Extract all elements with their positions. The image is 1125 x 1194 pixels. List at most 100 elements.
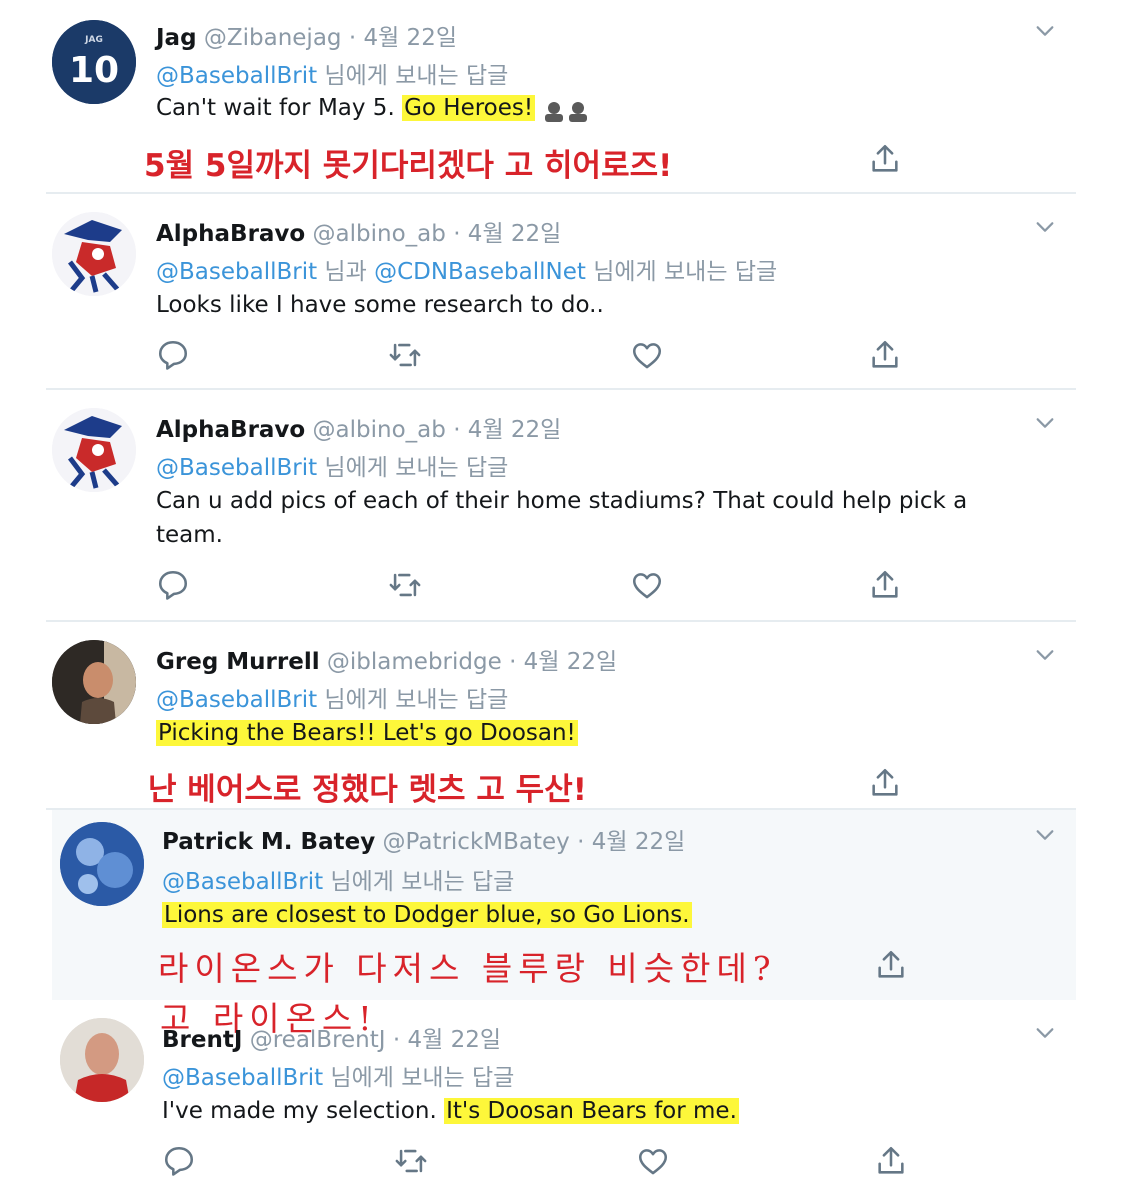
avatar[interactable] <box>52 408 136 492</box>
korean-annotation: 5월 5일까지 못기다리겠다 고 히어로즈! <box>144 148 673 184</box>
tweet-alphabravo-1[interactable]: AlphaBravo @albino_ab · 4월 22일 @Baseball… <box>46 194 1076 390</box>
photo-avatar-image <box>60 1018 144 1102</box>
tweet-brentj[interactable]: 고 라이온스! BrentJ @realBrentJ · 4월 22일 @Bas… <box>52 999 1076 1194</box>
chevron-down-icon[interactable] <box>1034 216 1056 238</box>
like-icon[interactable] <box>630 568 664 602</box>
tweet-text-plain: Can't wait for May 5. <box>156 95 403 121</box>
tweet-jag[interactable]: JAG 10 Jag @Zibanejag · 4월 22일 @Baseball… <box>46 0 1076 194</box>
share-icon[interactable] <box>874 948 908 982</box>
tweet-actions <box>156 338 916 374</box>
reply-context: @BaseballBrit 님에게 보내는 답글 <box>162 1058 514 1092</box>
tweet-greg-murrell[interactable]: Greg Murrell @iblamebridge · 4월 22일 @Bas… <box>46 622 1076 810</box>
reply-context: @BaseballBrit 님에게 보내는 답글 <box>156 680 508 714</box>
user-handle[interactable]: @PatrickMBatey <box>383 829 570 855</box>
avatar[interactable] <box>60 1018 144 1102</box>
avatar[interactable] <box>60 822 144 906</box>
share-icon[interactable] <box>874 1144 908 1178</box>
tweet-text: Looks like I have some research to do.. <box>156 288 604 322</box>
reply-icon[interactable] <box>162 1144 196 1178</box>
korean-annotation: 난 베어스로 정했다 렛츠 고 두산! <box>148 772 587 808</box>
photo-avatar-image <box>60 822 144 906</box>
tweet-text-line: team. <box>156 522 223 548</box>
chevron-down-icon[interactable] <box>1034 412 1056 434</box>
chevron-down-icon[interactable] <box>1034 1022 1056 1044</box>
avatar[interactable]: JAG 10 <box>52 20 136 104</box>
user-handle[interactable]: @iblamebridge <box>327 649 502 675</box>
user-handle[interactable]: @Zibanejag <box>204 25 342 51</box>
tweet-text-plain: Looks like I have some research to do.. <box>156 292 604 318</box>
tweet-alphabravo-2[interactable]: AlphaBravo @albino_ab · 4월 22일 @Baseball… <box>46 390 1076 622</box>
tweet-header: BrentJ @realBrentJ · 4월 22일 <box>162 1020 501 1054</box>
share-icon[interactable] <box>868 338 902 372</box>
retweet-icon[interactable] <box>394 1144 428 1178</box>
tweet-text: Lions are closest to Dodger blue, so Go … <box>162 898 692 932</box>
reply-suffix: 님에게 보내는 답글 <box>317 63 509 89</box>
tweet-header: AlphaBravo @albino_ab · 4월 22일 <box>156 214 561 248</box>
retweet-icon[interactable] <box>388 568 422 602</box>
reply-mid: 님과 <box>317 259 375 285</box>
reply-context: @BaseballBrit 님에게 보내는 답글 <box>156 448 508 482</box>
tweet-date[interactable]: · 4월 22일 <box>453 417 561 443</box>
tweet-patrick-batey[interactable]: Patrick M. Batey @PatrickMBatey · 4월 22일… <box>52 810 1076 1000</box>
reply-context: @BaseballBrit 님에게 보내는 답글 <box>162 862 514 896</box>
chevron-down-icon[interactable] <box>1034 824 1056 846</box>
display-name[interactable]: BrentJ <box>162 1027 242 1053</box>
photo-avatar-image <box>52 640 136 724</box>
emoji-icon <box>542 98 594 122</box>
tweet-text: Picking the Bears!! Let's go Doosan! <box>156 716 578 750</box>
korean-annotation: 라이온스가 다저스 블루랑 비슷한데? <box>158 949 777 988</box>
user-handle[interactable]: @realBrentJ <box>250 1027 386 1053</box>
tweet-date[interactable]: · 4월 22일 <box>453 221 561 247</box>
highlighted-text: Go Heroes! <box>402 95 536 121</box>
tweet-header: Greg Murrell @iblamebridge · 4월 22일 <box>156 642 617 676</box>
retweet-icon[interactable] <box>388 338 422 372</box>
highlighted-text: Lions are closest to Dodger blue, so Go … <box>162 902 692 928</box>
mention-link[interactable]: @BaseballBrit <box>162 1065 323 1091</box>
jersey-avatar-image: JAG 10 <box>52 20 136 104</box>
display-name[interactable]: AlphaBravo <box>156 221 305 247</box>
mention-link[interactable]: @BaseballBrit <box>156 259 317 285</box>
chevron-down-icon[interactable] <box>1034 644 1056 666</box>
mention-link[interactable]: @BaseballBrit <box>162 869 323 895</box>
tweet-header: Patrick M. Batey @PatrickMBatey · 4월 22일 <box>162 822 685 856</box>
avatar[interactable] <box>52 212 136 296</box>
jersey-number: 10 <box>69 50 119 91</box>
jersey-label: JAG <box>84 35 103 45</box>
user-handle[interactable]: @albino_ab <box>313 417 446 443</box>
tweet-actions <box>156 568 916 604</box>
tweet-date[interactable]: · 4월 22일 <box>393 1027 501 1053</box>
display-name[interactable]: AlphaBravo <box>156 417 305 443</box>
tweet-text-line: Can u add pics of each of their home sta… <box>156 488 968 514</box>
tweet-date[interactable]: · 4월 22일 <box>349 25 457 51</box>
tweet-date[interactable]: · 4월 22일 <box>509 649 617 675</box>
reply-icon[interactable] <box>156 568 190 602</box>
reply-context: @BaseballBrit 님에게 보내는 답글 <box>156 56 508 90</box>
avatar[interactable] <box>52 640 136 724</box>
mention-link-2[interactable]: @CDNBaseballNet <box>374 259 586 285</box>
share-icon[interactable] <box>868 568 902 602</box>
display-name[interactable]: Patrick M. Batey <box>162 829 375 855</box>
mascot-avatar-image <box>52 212 136 296</box>
reply-suffix: 님에게 보내는 답글 <box>323 1065 515 1091</box>
display-name[interactable]: Jag <box>156 25 197 51</box>
reply-suffix: 님에게 보내는 답글 <box>585 259 778 285</box>
share-icon[interactable] <box>868 142 902 176</box>
user-handle[interactable]: @albino_ab <box>313 221 446 247</box>
reply-suffix: 님에게 보내는 답글 <box>317 687 509 713</box>
highlighted-text: Picking the Bears!! Let's go Doosan! <box>156 720 578 746</box>
mention-link[interactable]: @BaseballBrit <box>156 455 317 481</box>
display-name[interactable]: Greg Murrell <box>156 649 320 675</box>
tweet-date[interactable]: · 4월 22일 <box>577 829 685 855</box>
reply-icon[interactable] <box>156 338 190 372</box>
reply-suffix: 님에게 보내는 답글 <box>317 455 509 481</box>
chevron-down-icon[interactable] <box>1034 20 1056 42</box>
tweet-text: Can't wait for May 5. Go Heroes! <box>156 91 594 125</box>
reply-suffix: 님에게 보내는 답글 <box>323 869 515 895</box>
like-icon[interactable] <box>630 338 664 372</box>
tweet-actions <box>162 1144 922 1180</box>
share-icon[interactable] <box>868 766 902 800</box>
reply-context: @BaseballBrit 님과 @CDNBaseballNet 님에게 보내는… <box>156 252 777 286</box>
mention-link[interactable]: @BaseballBrit <box>156 687 317 713</box>
mention-link[interactable]: @BaseballBrit <box>156 63 317 89</box>
like-icon[interactable] <box>636 1144 670 1178</box>
